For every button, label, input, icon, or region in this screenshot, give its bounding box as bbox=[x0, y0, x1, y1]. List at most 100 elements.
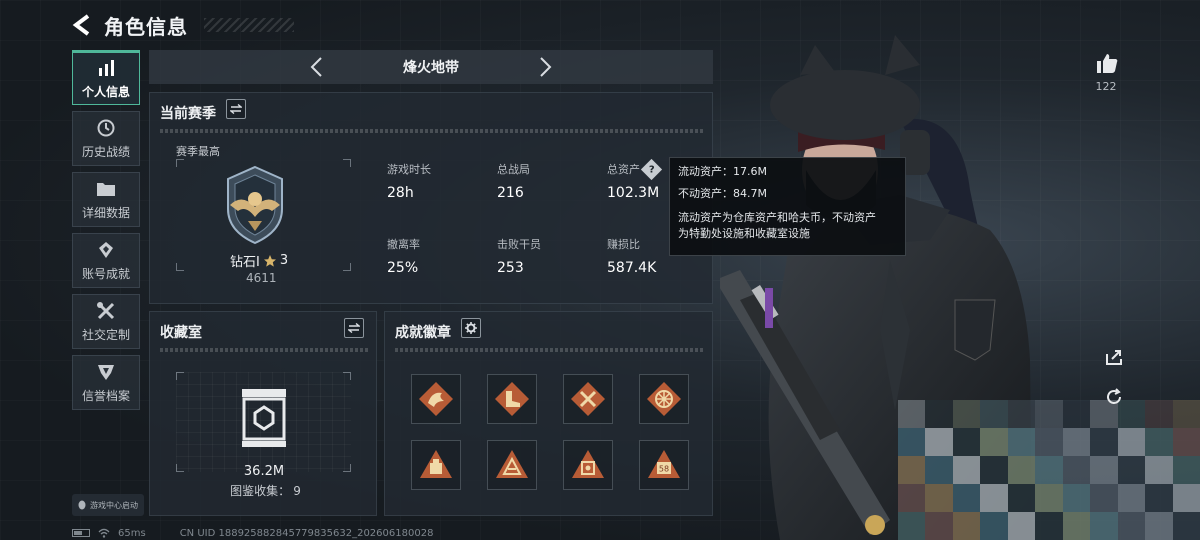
badge-slot[interactable] bbox=[487, 374, 537, 424]
nav-item-credit-record[interactable]: 信誉档案 bbox=[72, 355, 140, 410]
crossed-tools-badge-icon bbox=[571, 382, 605, 416]
mosaic-tile bbox=[1117, 456, 1146, 484]
clock-icon bbox=[96, 118, 116, 138]
season-title: 当前赛季 bbox=[160, 106, 216, 122]
stat-value: 253 bbox=[497, 260, 524, 276]
nav-label: 详细数据 bbox=[81, 205, 130, 220]
mosaic-tile bbox=[1035, 512, 1063, 540]
mode-selector: 烽火地带 bbox=[149, 50, 713, 84]
mosaic-tile bbox=[1172, 484, 1200, 512]
title-decoration bbox=[204, 18, 294, 32]
wifi-icon bbox=[98, 528, 110, 538]
swap-icon bbox=[348, 323, 360, 333]
like-button[interactable] bbox=[1094, 50, 1120, 76]
mosaic-tile bbox=[1172, 512, 1200, 540]
swap-icon bbox=[230, 104, 242, 114]
mosaic-tile bbox=[952, 400, 981, 428]
share-icon bbox=[1106, 350, 1122, 365]
star-icon bbox=[263, 254, 276, 267]
nav-item-achievements[interactable]: 账号成就 bbox=[72, 233, 140, 288]
tooltip-description-line1: 流动资产为仓库资产和哈夫币，不动资产 bbox=[678, 211, 876, 224]
mosaic-tile bbox=[1117, 428, 1146, 456]
badge-slot[interactable] bbox=[487, 440, 537, 490]
folder-icon bbox=[96, 179, 116, 199]
mosaic-tile bbox=[980, 428, 1008, 456]
badge-slot[interactable]: 58 bbox=[639, 440, 689, 490]
title-divider bbox=[160, 129, 704, 133]
mosaic-tile bbox=[1062, 512, 1091, 540]
nav-item-personal-info[interactable]: 个人信息 bbox=[72, 50, 140, 105]
badge-slot[interactable] bbox=[563, 440, 613, 490]
mosaic-tile bbox=[1062, 428, 1091, 456]
battery-icon bbox=[72, 529, 90, 537]
mosaic-tile bbox=[925, 428, 953, 456]
nav-item-social-custom[interactable]: 社交定制 bbox=[72, 294, 140, 349]
achievements-title: 成就徽章 bbox=[395, 325, 451, 341]
weight-badge-icon bbox=[420, 450, 452, 478]
tooltip-liquid-assets: 流动资产：17.6M bbox=[678, 165, 767, 178]
mosaic-tile bbox=[898, 456, 926, 484]
mosaic-tile bbox=[980, 484, 1008, 512]
mosaic-tile bbox=[1145, 456, 1173, 484]
mode-prev-button[interactable] bbox=[306, 55, 326, 79]
mosaic-tile bbox=[898, 428, 926, 456]
nav-label: 信誉档案 bbox=[81, 388, 130, 403]
mosaic-tile bbox=[1090, 456, 1118, 484]
chevron-right-icon bbox=[540, 57, 552, 77]
tooltip-fixed-assets: 不动资产：84.7M bbox=[678, 187, 767, 200]
stat-label: 撤离率 bbox=[387, 238, 420, 251]
share-button[interactable] bbox=[1103, 346, 1125, 368]
launch-tag-label: 游戏中心启动 bbox=[90, 500, 138, 510]
mosaic-tile bbox=[1145, 428, 1173, 456]
gear-icon bbox=[465, 322, 477, 334]
badge-slot[interactable] bbox=[411, 440, 461, 490]
refresh-button[interactable] bbox=[1103, 386, 1125, 408]
mosaic-tile bbox=[898, 512, 926, 540]
achievements-settings-button[interactable] bbox=[461, 318, 481, 338]
stat-value: 28h bbox=[387, 185, 414, 201]
collection-switch-button[interactable] bbox=[344, 318, 364, 338]
mosaic-tile bbox=[1145, 400, 1173, 428]
stat-value: 587.4K bbox=[607, 260, 657, 276]
mosaic-tile bbox=[1172, 428, 1200, 456]
mosaic-tile bbox=[898, 400, 926, 428]
mosaic-tile bbox=[1007, 400, 1036, 428]
bar-chart-icon bbox=[96, 58, 116, 78]
page-header: 角色信息 bbox=[70, 10, 294, 40]
stat-value: 216 bbox=[497, 185, 524, 201]
chevron-left-icon bbox=[310, 57, 322, 77]
mosaic-tile bbox=[980, 512, 1008, 540]
game-center-launch-tag: 游戏中心启动 bbox=[72, 494, 144, 516]
mosaic-tile bbox=[925, 512, 953, 540]
mosaic-tile bbox=[980, 400, 1008, 428]
badge-slot[interactable] bbox=[411, 374, 461, 424]
help-icon[interactable]: ? bbox=[640, 158, 663, 180]
mosaic-tile bbox=[925, 400, 953, 428]
frame-badge-icon bbox=[572, 450, 604, 478]
nav-item-detailed-data[interactable]: 详细数据 bbox=[72, 172, 140, 227]
mosaic-tile bbox=[980, 456, 1008, 484]
badge-slot[interactable] bbox=[639, 374, 689, 424]
stat-label: 游戏时长 bbox=[387, 163, 431, 176]
dragon-badge-icon bbox=[419, 382, 453, 416]
mosaic-tile bbox=[1007, 484, 1036, 512]
boot-badge-icon bbox=[495, 382, 529, 416]
mosaic-tile bbox=[952, 512, 981, 540]
badge-number: 58 bbox=[659, 465, 669, 474]
thumbs-up-icon bbox=[1097, 54, 1118, 73]
badge-slot[interactable] bbox=[563, 374, 613, 424]
mosaic-tile bbox=[1062, 484, 1091, 512]
achievement-icon bbox=[96, 240, 116, 260]
tools-icon bbox=[96, 301, 116, 321]
nav-item-match-history[interactable]: 历史战绩 bbox=[72, 111, 140, 166]
back-button[interactable] bbox=[70, 13, 94, 37]
page-title: 角色信息 bbox=[104, 14, 188, 39]
credit-icon bbox=[96, 362, 116, 382]
mode-next-button[interactable] bbox=[536, 55, 556, 79]
rank-name: 钻石I 3 bbox=[230, 251, 288, 270]
mosaic-tile bbox=[1035, 428, 1063, 456]
rank-tier: 钻石I bbox=[230, 255, 260, 270]
back-arrow-icon bbox=[72, 14, 90, 36]
season-switch-button[interactable] bbox=[226, 99, 246, 119]
mosaic-tile bbox=[1007, 428, 1036, 456]
